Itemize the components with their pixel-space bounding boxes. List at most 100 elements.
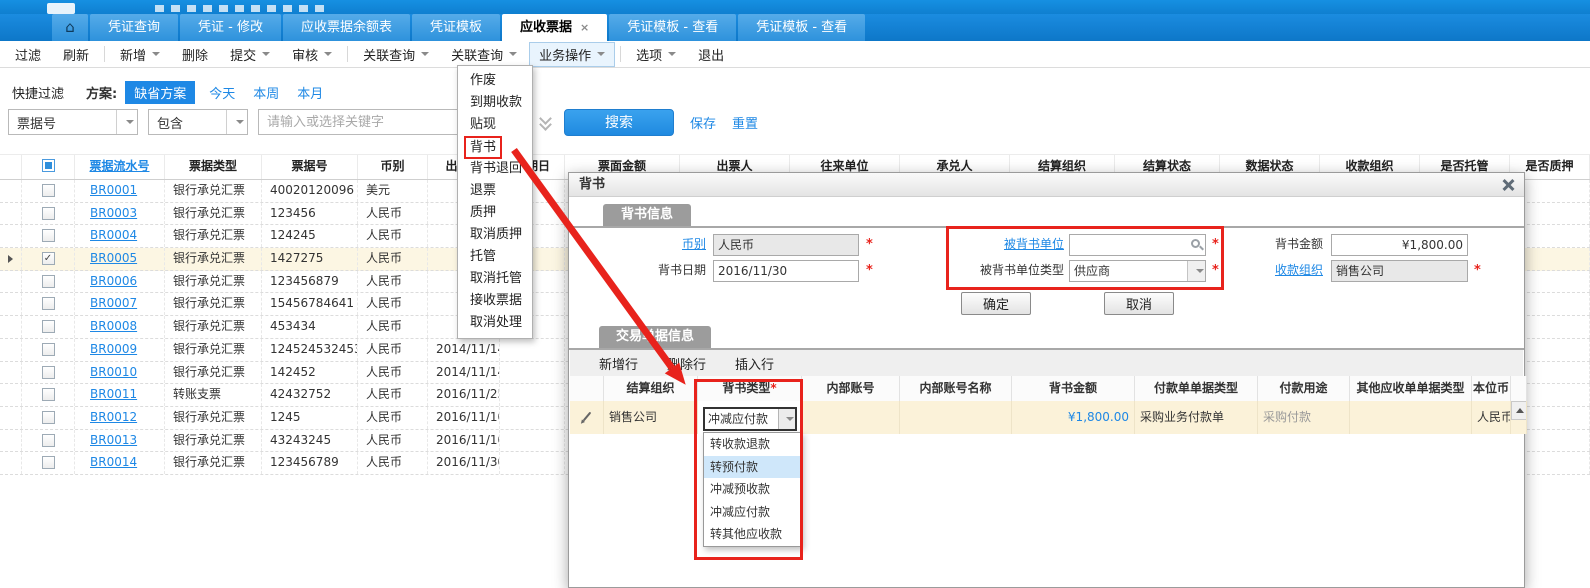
bill-id-link[interactable]: BR0008 bbox=[90, 319, 137, 333]
dropdown-option-3[interactable]: 冲减应付款 bbox=[704, 501, 801, 524]
bill-id-link[interactable]: BR0009 bbox=[90, 342, 137, 356]
currency-label[interactable]: 币别 bbox=[629, 234, 706, 255]
toolbar-item-8[interactable]: 业务操作 bbox=[529, 42, 615, 67]
toolbar-item-0[interactable]: 过滤 bbox=[5, 42, 51, 67]
toolbar-item-9[interactable]: 选项 bbox=[626, 42, 686, 67]
endorsee-field[interactable] bbox=[1069, 234, 1206, 256]
menu-item-5[interactable]: 退票 bbox=[458, 180, 532, 202]
grid-column-header-6[interactable]: 付款用途 bbox=[1258, 376, 1350, 401]
search-icon[interactable] bbox=[1191, 239, 1200, 248]
menu-item-7[interactable]: 取消质押 bbox=[458, 224, 532, 246]
row-checkbox[interactable] bbox=[42, 184, 55, 197]
tab-home[interactable]: ⌂ bbox=[52, 14, 88, 41]
toolbar-item-4[interactable]: 提交 bbox=[220, 42, 280, 67]
row-checkbox[interactable] bbox=[42, 320, 55, 333]
bill-id-link[interactable]: BR0003 bbox=[90, 206, 137, 220]
bill-id-link[interactable]: BR0005 bbox=[90, 251, 137, 265]
row-checkbox[interactable] bbox=[42, 388, 55, 401]
dropdown-option-4[interactable]: 转其他应收款 bbox=[704, 523, 801, 546]
chevron-down-icon[interactable] bbox=[226, 110, 247, 134]
scheme-2[interactable]: 本周 bbox=[253, 83, 279, 102]
toolbar-item-5[interactable]: 审核 bbox=[282, 42, 342, 67]
toolbar-item-6[interactable]: 关联查询 bbox=[353, 42, 439, 67]
tab-2[interactable]: 凭证 - 修改 bbox=[180, 14, 281, 41]
column-header-2[interactable]: 票据号 bbox=[262, 155, 358, 179]
reset-filter-link[interactable]: 重置 bbox=[732, 113, 758, 132]
expand-filter-icon[interactable] bbox=[538, 115, 552, 129]
chevron-down-icon[interactable] bbox=[116, 110, 137, 134]
grid-toolbar-item-1[interactable]: 删除行 bbox=[667, 354, 706, 373]
filter-field-select[interactable]: 票据号 bbox=[8, 109, 138, 135]
menu-item-9[interactable]: 取消托管 bbox=[458, 268, 532, 290]
toolbar-item-1[interactable]: 刷新 bbox=[53, 42, 99, 67]
chevron-down-icon[interactable] bbox=[778, 409, 795, 429]
endorse-type-combo[interactable]: 冲减应付款 bbox=[703, 407, 797, 431]
bill-id-link[interactable]: BR0012 bbox=[90, 410, 137, 424]
bill-id-link[interactable]: BR0001 bbox=[90, 183, 137, 197]
menu-item-1[interactable]: 到期收款 bbox=[458, 92, 532, 114]
dropdown-option-1[interactable]: 转预付款 bbox=[704, 456, 801, 479]
row-checkbox[interactable] bbox=[42, 275, 55, 288]
close-icon[interactable] bbox=[1501, 178, 1514, 191]
tab-7[interactable]: 凭证模板 - 查看 bbox=[738, 14, 865, 41]
row-checkbox[interactable] bbox=[42, 456, 55, 469]
bill-id-link[interactable]: BR0014 bbox=[90, 455, 137, 469]
row-checkbox[interactable] bbox=[42, 343, 55, 356]
scroll-up-button[interactable] bbox=[1511, 401, 1527, 420]
grid-toolbar-item-2[interactable]: 插入行 bbox=[735, 354, 774, 373]
menu-item-6[interactable]: 质押 bbox=[458, 202, 532, 224]
tab-5[interactable]: 应收票据× bbox=[502, 14, 607, 41]
receive-org-label[interactable]: 收款组织 bbox=[1246, 260, 1323, 281]
grid-column-header-4[interactable]: 背书金额 bbox=[1012, 376, 1135, 401]
row-checkbox[interactable] bbox=[42, 229, 55, 242]
menu-item-10[interactable]: 接收票据 bbox=[458, 290, 532, 312]
dropdown-option-0[interactable]: 转收款退款 bbox=[704, 433, 801, 456]
ok-button[interactable]: 确定 bbox=[961, 292, 1031, 315]
bill-id-link[interactable]: BR0007 bbox=[90, 296, 137, 310]
bill-id-link[interactable]: BR0006 bbox=[90, 274, 137, 288]
toolbar-item-7[interactable]: 关联查询 bbox=[441, 42, 527, 67]
grid-scrollbar[interactable] bbox=[1511, 401, 1527, 434]
column-header-3[interactable]: 币别 bbox=[358, 155, 428, 179]
grid-column-header-3[interactable]: 内部账号名称 bbox=[900, 376, 1012, 401]
scheme-1[interactable]: 今天 bbox=[209, 83, 235, 102]
menu-item-11[interactable]: 取消处理 bbox=[458, 312, 532, 334]
filter-operator-select[interactable]: 包含 bbox=[148, 109, 248, 135]
bill-id-link[interactable]: BR0010 bbox=[90, 365, 137, 379]
endorse-date-field[interactable]: 2016/11/30 bbox=[713, 260, 859, 282]
row-checkbox[interactable] bbox=[42, 366, 55, 379]
scheme-0[interactable]: 缺省方案 bbox=[125, 81, 195, 104]
row-checkbox[interactable]: ✓ bbox=[42, 252, 55, 265]
grid-toolbar-item-0[interactable]: 新增行 bbox=[599, 354, 638, 373]
column-header-1[interactable]: 票据类型 bbox=[165, 155, 262, 179]
save-filter-link[interactable]: 保存 bbox=[690, 113, 716, 132]
grid-column-header-8[interactable]: 本位币 bbox=[1472, 376, 1511, 401]
scheme-3[interactable]: 本月 bbox=[297, 83, 323, 102]
endorsee-type-combo[interactable]: 供应商 bbox=[1069, 260, 1206, 282]
endorse-amount-field[interactable]: ¥1,800.00 bbox=[1331, 234, 1468, 256]
tab-6[interactable]: 凭证模板 - 查看 bbox=[609, 14, 736, 41]
row-checkbox[interactable] bbox=[42, 207, 55, 220]
grid-column-header-5[interactable]: 付款单单据类型 bbox=[1135, 376, 1258, 401]
toolbar-item-10[interactable]: 退出 bbox=[688, 42, 734, 67]
tab-4[interactable]: 凭证模板 bbox=[412, 14, 500, 41]
bill-id-link[interactable]: BR0011 bbox=[90, 387, 137, 401]
toolbar-item-2[interactable]: 新增 bbox=[110, 42, 170, 67]
select-all-checkbox[interactable] bbox=[42, 159, 55, 172]
menu-item-0[interactable]: 作废 bbox=[458, 70, 532, 92]
close-tab-icon[interactable]: × bbox=[580, 21, 589, 34]
menu-item-8[interactable]: 托管 bbox=[458, 246, 532, 268]
tab-3[interactable]: 应收票据余额表 bbox=[283, 14, 410, 41]
toolbar-item-3[interactable]: 删除 bbox=[172, 42, 218, 67]
bill-id-link[interactable]: BR0013 bbox=[90, 433, 137, 447]
cancel-button[interactable]: 取消 bbox=[1104, 292, 1174, 315]
grid-column-header-2[interactable]: 内部账号 bbox=[802, 376, 900, 401]
row-checkbox[interactable] bbox=[42, 434, 55, 447]
menu-item-3[interactable]: 背书 bbox=[458, 136, 532, 158]
dropdown-option-2[interactable]: 冲减预收款 bbox=[704, 478, 801, 501]
grid-column-header-1[interactable]: 背书类型* bbox=[698, 376, 802, 401]
grid-column-header-7[interactable]: 其他应收单单据类型 bbox=[1350, 376, 1472, 401]
row-checkbox[interactable] bbox=[42, 297, 55, 310]
search-button[interactable]: 搜索 bbox=[564, 109, 674, 136]
chevron-down-icon[interactable] bbox=[1187, 261, 1205, 281]
